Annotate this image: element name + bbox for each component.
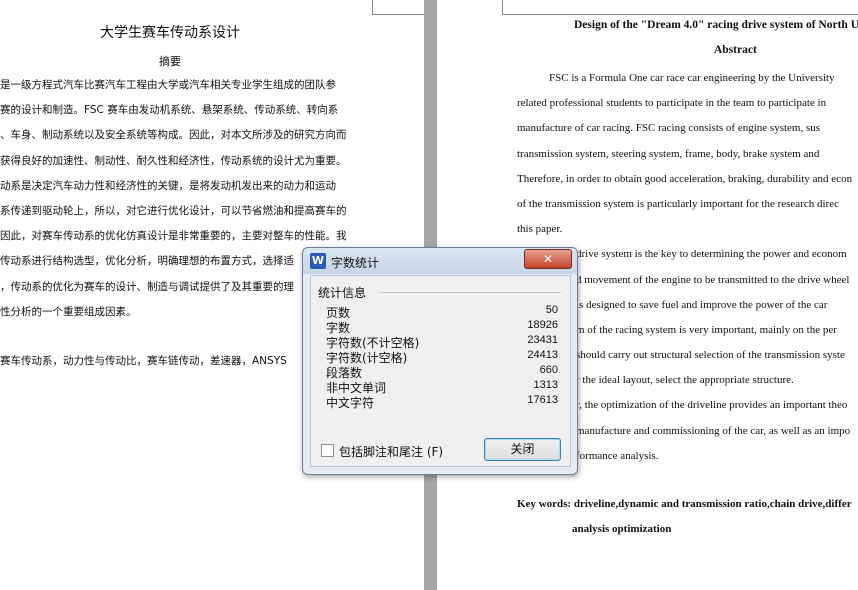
english-title: Design of the "Dream 4.0" racing drive s…: [574, 19, 858, 31]
chinese-abstract-heading: 摘要: [159, 55, 181, 68]
english-abstract-heading: Abstract: [714, 44, 757, 56]
stat-value: 50: [545, 304, 558, 316]
stat-row-words: 字数 18926: [326, 319, 558, 335]
text-line: Therefore, in order to obtain good accel…: [517, 172, 853, 185]
margin-corner-mark: [502, 14, 858, 15]
stat-row-paragraphs: 段落数 660: [326, 364, 558, 380]
stat-value: 18926: [527, 319, 558, 331]
stat-row-pages: 页数 50: [326, 304, 558, 320]
text-line: 、车身、制动系统以及安全系统等构成。因此，对本文所涉及的研究方向而: [0, 129, 347, 142]
stat-row-chinese-chars: 中文字符 17613: [326, 394, 558, 410]
text-line: this paper.: [517, 223, 563, 236]
stat-value: 1313: [533, 379, 558, 391]
text-line: FSC is a Formula One car race car engine…: [549, 72, 835, 84]
statistics-group-label: 统计信息: [318, 286, 367, 300]
text-line: of the transmission system is particular…: [517, 197, 839, 210]
stat-value: 23431: [527, 334, 558, 346]
text-line: related professional students to partici…: [517, 97, 827, 110]
text-line: transmission system, steering system, fr…: [517, 147, 820, 160]
stat-value: 17613: [527, 394, 558, 406]
margin-corner-mark: [372, 14, 424, 15]
word-count-dialog: W 字数统计 ✕ 统计信息 页数 50 字数 18926 字符数(不计空格) 2…: [302, 247, 578, 475]
close-button[interactable]: 关闭: [484, 438, 561, 461]
text-line: manufacture of car racing. FSC racing co…: [517, 122, 821, 135]
margin-corner-mark: [502, 0, 503, 14]
english-keywords-continued: analysis optimization: [572, 523, 672, 535]
stat-value: 24413: [527, 349, 558, 361]
dialog-title: 字数统计: [331, 256, 380, 270]
text-line: 是一级方程式汽车比赛汽车工程由大学或汽车相关专业学生组成的团队参: [0, 79, 336, 91]
group-divider: [379, 292, 561, 293]
margin-corner-mark: [372, 0, 373, 14]
stat-row-chars-no-spaces: 字符数(不计空格) 23431: [326, 334, 558, 350]
text-line: 动系是决定汽车动力性和经济性的关键，是将发动机发出来的动力和运动: [0, 179, 336, 192]
text-line: 获得良好的加速性、制动性、耐久性和经济性，传动系统的设计尤为重要。: [0, 154, 347, 167]
include-footnotes-checkbox[interactable]: [321, 444, 334, 457]
wps-writer-icon: W: [310, 253, 326, 269]
stat-row-non-chinese-words: 非中文单词 1313: [326, 379, 558, 395]
english-keywords: Key words: driveline,dynamic and transmi…: [517, 498, 852, 510]
chinese-title: 大学生赛车传动系设计: [100, 25, 240, 41]
dialog-titlebar[interactable]: W 字数统计 ✕: [303, 248, 577, 274]
stat-value: 660: [539, 364, 558, 376]
chinese-keywords: 赛车传动系，动力性与传动比，赛车链传动，差速器，ANSYS: [0, 355, 287, 367]
checkbox-label[interactable]: 包括脚注和尾注 (F): [339, 443, 443, 460]
close-icon[interactable]: ✕: [524, 249, 572, 269]
stat-row-chars-with-spaces: 字符数(计空格) 24413: [326, 349, 558, 365]
text-line: 赛的设计和制造。FSC 赛车由发动机系统、悬架系统、传动系统、转向系: [0, 104, 339, 117]
text-line: 系传递到驱动轮上，所以，对它进行优化设计，可以节省燃油和提高赛车的: [0, 204, 347, 217]
stat-label: 中文字符: [326, 396, 375, 410]
